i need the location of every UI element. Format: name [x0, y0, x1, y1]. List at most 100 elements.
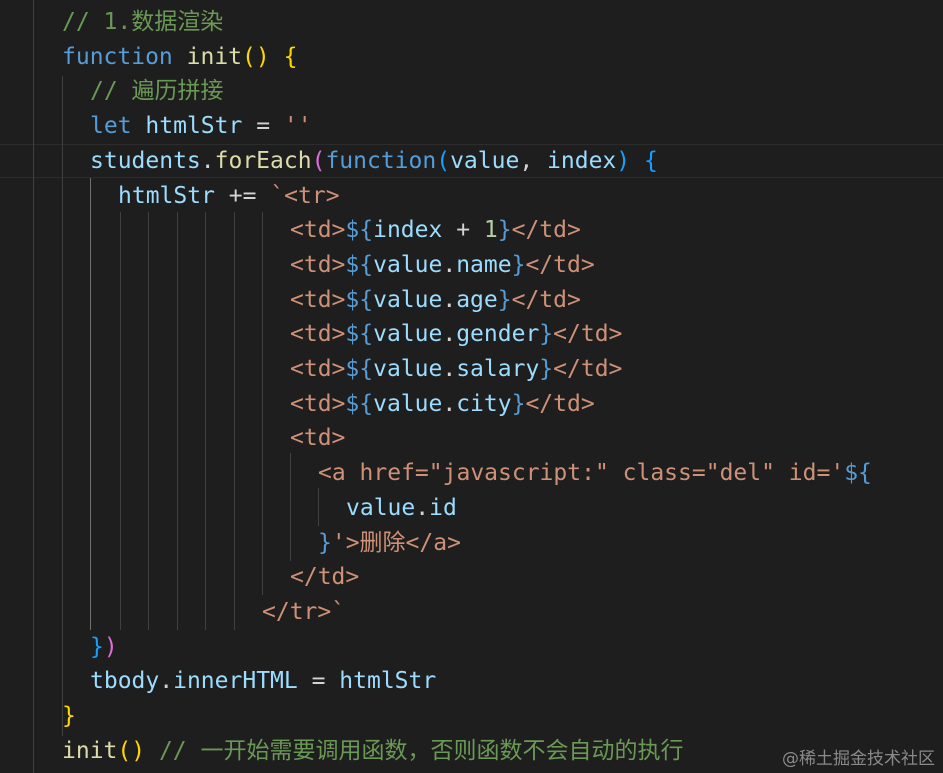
- code-token: htmlStr: [339, 668, 437, 695]
- code-line[interactable]: init() // 一开始需要调用函数，否则函数不会自动的执行: [62, 734, 684, 769]
- code-token: value: [373, 251, 443, 278]
- code-token: tbody: [90, 668, 160, 695]
- code-token: function: [325, 147, 437, 174]
- code-token: age: [456, 286, 498, 313]
- indent-guide: [33, 0, 34, 773]
- code-line[interactable]: <td>${value.name}</td>: [290, 248, 595, 283]
- code-token: value: [450, 147, 520, 174]
- code-line[interactable]: </td>: [290, 560, 359, 595]
- code-token: id: [429, 494, 457, 521]
- code-token: <td>: [290, 217, 346, 244]
- code-token: init: [186, 43, 243, 70]
- code-token: +: [442, 217, 484, 244]
- code-token: ,: [519, 147, 548, 174]
- code-token: value: [373, 390, 443, 417]
- code-token: }: [90, 633, 104, 660]
- code-token: (): [117, 737, 146, 764]
- code-token: <td>: [290, 321, 346, 348]
- code-token: ${: [844, 460, 872, 487]
- code-token: city: [456, 390, 512, 417]
- indent-guide: [120, 212, 121, 630]
- code-token: value: [346, 494, 416, 521]
- code-token: ${: [345, 356, 374, 382]
- indent-guide: [234, 212, 235, 630]
- code-token: ${: [345, 390, 374, 417]
- code-token: {: [283, 43, 298, 70]
- code-token: ): [616, 147, 631, 174]
- code-line[interactable]: value.id: [346, 491, 457, 526]
- code-token: <td>: [290, 356, 346, 382]
- code-token: </td>: [511, 286, 581, 313]
- code-token: .: [442, 286, 457, 313]
- code-line[interactable]: <td>: [290, 421, 345, 456]
- code-line[interactable]: }: [62, 699, 76, 734]
- code-token: <td>: [290, 251, 346, 278]
- code-token: }: [497, 286, 512, 313]
- code-token: // 1.数据渲染: [62, 9, 224, 35]
- code-token: <td>: [290, 286, 346, 313]
- code-token: </td>: [525, 390, 595, 417]
- code-token: '>删除</a>: [331, 529, 461, 556]
- code-token: `<tr>: [270, 182, 340, 209]
- indent-guide: [262, 212, 263, 595]
- code-line[interactable]: // 1.数据渲染: [62, 5, 223, 40]
- code-token: }: [511, 251, 526, 278]
- code-line[interactable]: <td>${value.age}</td>: [290, 283, 581, 318]
- code-token: +=: [214, 182, 271, 209]
- code-token: ${: [345, 251, 374, 278]
- code-token: students: [90, 147, 201, 174]
- code-token: </td>: [511, 217, 581, 244]
- indent-guide: [62, 76, 63, 736]
- code-line[interactable]: // 遍历拼接: [90, 74, 224, 109]
- code-line[interactable]: <td>${index + 1}</td>: [290, 213, 581, 248]
- code-token: .: [442, 356, 457, 382]
- code-token: htmlStr: [118, 182, 215, 209]
- code-line[interactable]: tbody.innerHTML = htmlStr: [90, 664, 436, 699]
- code-token: salary: [456, 356, 540, 382]
- code-token: </td>: [525, 251, 595, 278]
- code-token: '': [283, 113, 312, 140]
- code-token: (): [242, 43, 270, 70]
- code-line[interactable]: }): [90, 630, 118, 665]
- code-token: ${: [345, 217, 374, 244]
- code-token: (: [311, 147, 326, 174]
- code-line[interactable]: let htmlStr = '': [90, 109, 312, 144]
- code-line[interactable]: <td>${value.city}</td>: [290, 387, 595, 422]
- indent-guide: [205, 212, 206, 630]
- watermark: @稀土掘金技术社区: [782, 749, 935, 769]
- code-token: 1: [483, 217, 498, 244]
- code-token: index: [373, 217, 443, 244]
- code-line[interactable]: <td>${value.salary}</td>: [290, 352, 622, 387]
- code-line[interactable]: htmlStr += `<tr>: [118, 179, 340, 214]
- code-token: }: [62, 703, 76, 729]
- code-token: </tr>`: [262, 598, 346, 625]
- code-line[interactable]: </tr>`: [262, 595, 345, 630]
- code-line[interactable]: students.forEach(function(value, index) …: [90, 144, 658, 179]
- code-token: =: [297, 668, 340, 695]
- code-token: htmlStr: [145, 113, 243, 140]
- indent-guide: [318, 488, 319, 526]
- code-token: .: [200, 147, 215, 174]
- code-token: name: [456, 251, 512, 278]
- code-token: (: [436, 147, 451, 174]
- code-token: value: [373, 321, 443, 348]
- code-token: value: [373, 286, 443, 313]
- code-token: }: [318, 529, 332, 556]
- code-editor[interactable]: // 1.数据渲染 function init() {// 遍历拼接 let htm…: [0, 0, 943, 773]
- code-line[interactable]: <a href="javascript:" class="del" id='${: [318, 456, 872, 491]
- code-token: <a href="javascript:" class="del" id=': [318, 460, 845, 487]
- code-token: }: [539, 321, 554, 348]
- code-token: }: [539, 356, 554, 382]
- code-token: let: [90, 113, 132, 140]
- indent-guide: [177, 212, 178, 630]
- code-line[interactable]: function init() {: [62, 40, 297, 75]
- code-token: ): [103, 633, 118, 660]
- code-token: .: [159, 668, 174, 695]
- code-line[interactable]: <td>${value.gender}</td>: [290, 317, 622, 352]
- code-token: <td>: [290, 425, 346, 452]
- code-line[interactable]: }'>删除</a>: [318, 526, 461, 561]
